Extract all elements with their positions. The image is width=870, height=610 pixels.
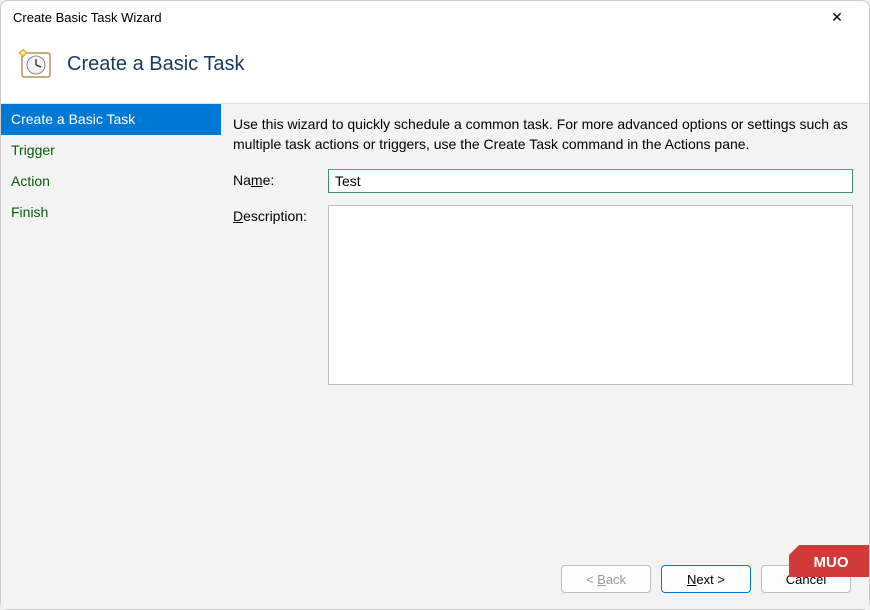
wizard-body: Create a Basic Task Trigger Action Finis… [1,103,869,551]
back-button: < Back [561,565,651,593]
name-row: Name: [233,169,853,193]
sidebar-item-action[interactable]: Action [1,166,221,197]
sidebar-item-finish[interactable]: Finish [1,197,221,228]
close-icon: ✕ [831,9,843,26]
sidebar-item-create-basic-task[interactable]: Create a Basic Task [1,104,221,135]
wizard-content: Use this wizard to quickly schedule a co… [221,104,869,551]
instruction-text: Use this wizard to quickly schedule a co… [233,114,853,155]
wizard-footer: < Back Next > Cancel [1,551,869,609]
description-label: Description: [233,205,328,224]
wizard-window: Create Basic Task Wizard ✕ Create a Basi… [0,0,870,610]
window-title: Create Basic Task Wizard [13,10,162,25]
close-button[interactable]: ✕ [817,3,857,31]
next-button[interactable]: Next > [661,565,751,593]
wizard-sidebar: Create a Basic Task Trigger Action Finis… [1,104,221,551]
wizard-header: Create a Basic Task [1,33,869,103]
clock-task-icon [19,47,53,81]
description-row: Description: [233,205,853,385]
sidebar-item-trigger[interactable]: Trigger [1,135,221,166]
name-label: Name: [233,169,328,188]
cancel-button[interactable]: Cancel [761,565,851,593]
description-input[interactable] [328,205,853,385]
titlebar: Create Basic Task Wizard ✕ [1,1,869,33]
name-input[interactable] [328,169,853,193]
page-title: Create a Basic Task [67,53,245,76]
